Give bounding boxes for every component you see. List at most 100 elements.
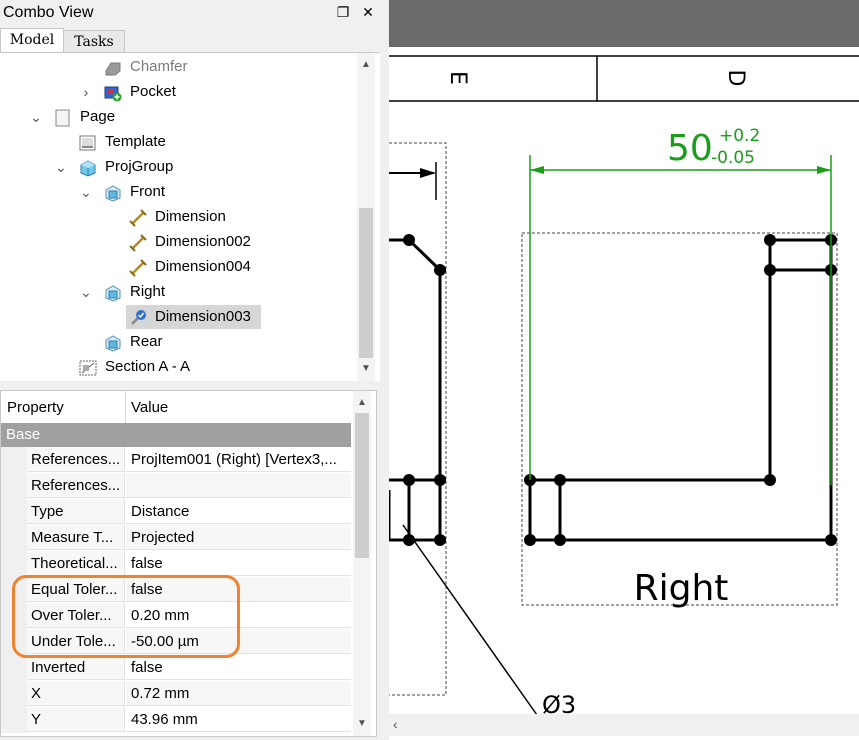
chevron-down-icon[interactable]: ⌄ bbox=[79, 180, 93, 204]
tree-item-template[interactable]: Template bbox=[0, 130, 360, 154]
property-row[interactable]: References... ProjItem001 (Right) [Verte… bbox=[1, 447, 351, 473]
chamfer-icon bbox=[104, 59, 121, 76]
float-panel-icon[interactable]: ❐ bbox=[334, 3, 352, 21]
tree-item-label: Section A - A bbox=[105, 358, 191, 375]
tree-item-pocket[interactable]: › Pocket bbox=[0, 80, 360, 104]
tree-item-label: Chamfer bbox=[130, 58, 188, 75]
chevron-down-icon[interactable]: ⌄ bbox=[29, 105, 43, 129]
tree-scrollbar[interactable]: ▲ ▼ bbox=[357, 53, 375, 381]
projection-icon bbox=[104, 184, 121, 202]
tree-scrollbar-thumb[interactable] bbox=[359, 208, 373, 358]
property-value[interactable]: 43.96 mm bbox=[126, 707, 351, 732]
tree-item-chamfer[interactable]: Chamfer bbox=[0, 55, 360, 79]
template-icon bbox=[79, 134, 96, 151]
tree-item-dimension[interactable]: Dimension bbox=[0, 205, 360, 229]
tree-item-label: Dimension004 bbox=[155, 258, 251, 275]
property-group-label: Base bbox=[6, 426, 41, 443]
property-editor: Property Value Base References... ProjIt… bbox=[0, 390, 377, 737]
page-icon bbox=[54, 109, 71, 127]
scroll-down-icon[interactable]: ▼ bbox=[357, 361, 375, 377]
tree-item-front[interactable]: ⌄ Front bbox=[0, 180, 360, 204]
tree-item-label: Front bbox=[130, 183, 166, 200]
dimension-icon bbox=[129, 209, 147, 227]
value-column-header[interactable]: Value bbox=[131, 399, 168, 416]
dimension-selected-icon bbox=[129, 309, 146, 326]
property-row[interactable]: Inverted false bbox=[1, 655, 351, 681]
tab-model[interactable]: Model bbox=[0, 28, 64, 52]
tree-item-label: Template bbox=[105, 133, 166, 150]
projection-icon bbox=[104, 334, 121, 352]
tree-item-rear[interactable]: Rear bbox=[0, 330, 360, 354]
property-key: References... bbox=[27, 473, 125, 498]
tree-item-dimension002[interactable]: Dimension002 bbox=[0, 230, 360, 254]
tree-item-right[interactable]: ⌄ Right bbox=[0, 280, 360, 304]
scroll-up-icon[interactable]: ▲ bbox=[357, 57, 375, 73]
property-key: Measure T... bbox=[27, 525, 125, 550]
tree-item-label: Page bbox=[80, 108, 116, 125]
techdraw-canvas: E D Ø3 Right 50 +0.2 -0.05 bbox=[389, 55, 859, 719]
tree-item-label: Rear bbox=[130, 333, 163, 350]
projection-icon bbox=[104, 284, 121, 302]
property-key: Type bbox=[27, 499, 125, 524]
property-key: X bbox=[27, 681, 125, 706]
tree-item-dimension004[interactable]: Dimension004 bbox=[0, 255, 360, 279]
property-scrollbar[interactable]: ▲ ▼ bbox=[353, 391, 371, 736]
zone-label-e: E bbox=[445, 71, 470, 85]
property-row[interactable]: Y 43.96 mm bbox=[1, 707, 351, 733]
property-group-base[interactable]: Base bbox=[1, 423, 351, 447]
scroll-down-icon[interactable]: ▼ bbox=[353, 716, 371, 732]
tree-item-label: Pocket bbox=[130, 83, 176, 100]
property-key: References... bbox=[27, 447, 125, 472]
annotation-highlight bbox=[12, 575, 240, 658]
combo-view-title: Combo View bbox=[3, 4, 94, 21]
combo-view-titlebar: Combo View ❐ ✕ bbox=[0, 0, 383, 26]
property-value[interactable]: false bbox=[126, 655, 351, 680]
property-value[interactable]: ProjItem001 (Right) [Vertex3,... bbox=[126, 447, 351, 472]
property-row[interactable]: X 0.72 mm bbox=[1, 681, 351, 707]
property-key: Theoretical... bbox=[27, 551, 125, 576]
tree-item-projgroup[interactable]: ⌄ ProjGroup bbox=[0, 155, 360, 179]
property-scrollbar-thumb[interactable] bbox=[355, 413, 369, 558]
tree-item-label: ProjGroup bbox=[105, 158, 174, 175]
property-column-header[interactable]: Property bbox=[7, 399, 64, 416]
chevron-right-icon[interactable]: › bbox=[79, 80, 93, 104]
combo-tabs: Model Tasks bbox=[0, 28, 383, 52]
tolerance-upper: +0.2 bbox=[719, 126, 760, 146]
tree-item-page[interactable]: ⌄ Page bbox=[0, 105, 360, 129]
tree-item-label: Right bbox=[130, 283, 166, 300]
drawing-hscrollbar[interactable]: ‹ bbox=[389, 714, 859, 736]
property-header: Property Value bbox=[1, 391, 351, 424]
section-icon bbox=[79, 359, 97, 376]
chevron-down-icon[interactable]: ⌄ bbox=[54, 155, 68, 179]
tree-item-label: Dimension003 bbox=[155, 308, 251, 325]
property-row[interactable]: References... bbox=[1, 473, 351, 499]
scroll-left-icon[interactable]: ‹ bbox=[393, 716, 398, 732]
property-value[interactable]: Projected bbox=[126, 525, 351, 550]
property-value[interactable]: 0.72 mm bbox=[126, 681, 351, 706]
dimension-value: 50 bbox=[667, 128, 713, 169]
tree-item-section[interactable]: Section A - A bbox=[0, 355, 360, 379]
zone-label-d: D bbox=[723, 70, 748, 87]
tab-tasks[interactable]: Tasks bbox=[63, 30, 125, 52]
model-tree: Chamfer › Pocket ⌄ Page Template ⌄ ProjG… bbox=[0, 52, 380, 381]
property-row[interactable]: Measure T... Projected bbox=[1, 525, 351, 551]
tolerance-lower: -0.05 bbox=[711, 148, 755, 168]
property-row[interactable]: Theoretical... false bbox=[1, 551, 351, 577]
projgroup-icon bbox=[79, 159, 96, 177]
tree-item-label: Dimension bbox=[155, 208, 226, 225]
scroll-up-icon[interactable]: ▲ bbox=[353, 395, 371, 411]
tree-item-dimension003[interactable]: Dimension003 bbox=[0, 305, 360, 329]
close-icon[interactable]: ✕ bbox=[359, 3, 377, 21]
property-row[interactable]: Type Distance bbox=[1, 499, 351, 525]
property-value[interactable]: Distance bbox=[126, 499, 351, 524]
property-value[interactable]: false bbox=[126, 551, 351, 576]
drawing-view[interactable]: E D Ø3 Right 50 +0.2 -0.05 bbox=[389, 0, 859, 740]
property-value[interactable] bbox=[126, 473, 351, 498]
dimension-icon bbox=[129, 234, 147, 252]
view-label-right: Right bbox=[634, 568, 729, 609]
tree-item-label: Dimension002 bbox=[155, 233, 251, 250]
dimension-003 bbox=[529, 155, 832, 485]
chevron-down-icon[interactable]: ⌄ bbox=[79, 280, 93, 304]
pocket-icon bbox=[104, 84, 122, 102]
property-key: Y bbox=[27, 707, 125, 732]
